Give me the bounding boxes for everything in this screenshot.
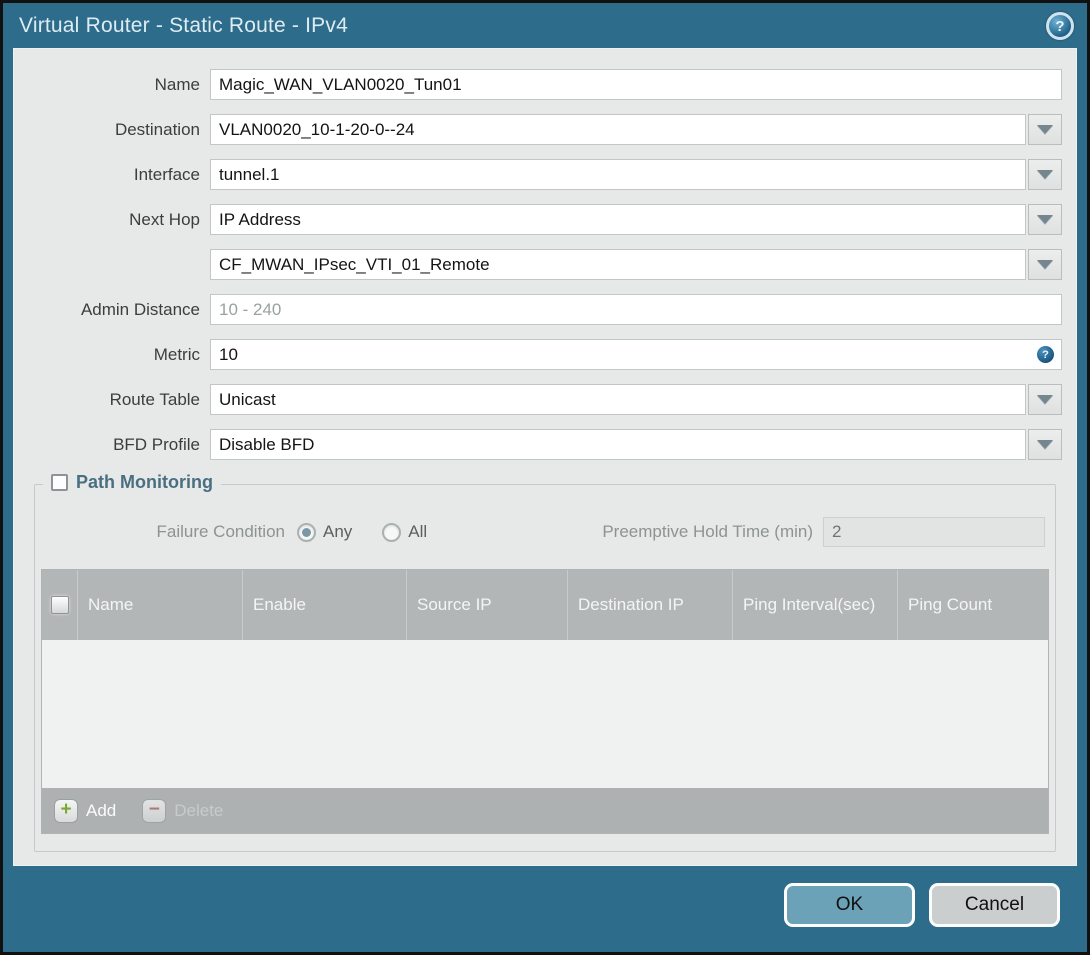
chevron-down-icon bbox=[1037, 125, 1053, 134]
chevron-down-icon bbox=[1037, 260, 1053, 269]
chevron-down-icon bbox=[1037, 395, 1053, 404]
path-monitoring-checkbox[interactable] bbox=[51, 474, 68, 491]
path-monitoring-title: Path Monitoring bbox=[76, 472, 213, 492]
next-hop-dropdown-button[interactable] bbox=[1028, 204, 1062, 235]
path-monitoring-legend: Path Monitoring bbox=[43, 472, 221, 493]
route-table-dropdown-button[interactable] bbox=[1028, 384, 1062, 415]
radio-any-label: Any bbox=[323, 522, 353, 541]
dialog-titlebar: Virtual Router - Static Route - IPv4 ? bbox=[3, 3, 1087, 48]
radio-all-label: All bbox=[408, 522, 428, 541]
cancel-button[interactable]: Cancel bbox=[929, 883, 1060, 927]
table-header-row: Name Enable Source IP Destination IP Pin… bbox=[42, 570, 1048, 640]
metric-info-icon[interactable]: ? bbox=[1037, 346, 1054, 363]
form-row-name: Name bbox=[14, 69, 1062, 100]
failure-condition-any-option: Any bbox=[297, 522, 352, 542]
interface-dropdown-button[interactable] bbox=[1028, 159, 1062, 190]
radio-any[interactable] bbox=[297, 522, 316, 542]
form-row-next-hop: Next Hop bbox=[14, 204, 1062, 235]
route-table-input[interactable] bbox=[210, 384, 1026, 415]
path-monitoring-table: Name Enable Source IP Destination IP Pin… bbox=[41, 569, 1049, 834]
next-hop-address-input[interactable] bbox=[210, 249, 1026, 280]
destination-dropdown-button[interactable] bbox=[1028, 114, 1062, 145]
column-header-ping-interval: Ping Interval(sec) bbox=[733, 570, 898, 640]
help-icon[interactable]: ? bbox=[1046, 12, 1074, 40]
column-header-source-ip: Source IP bbox=[407, 570, 568, 640]
column-header-destination-ip: Destination IP bbox=[568, 570, 733, 640]
column-header-name: Name bbox=[78, 570, 243, 640]
table-body-empty bbox=[42, 640, 1048, 788]
form-row-interface: Interface bbox=[14, 159, 1062, 190]
failure-condition-label: Failure Condition bbox=[156, 522, 285, 541]
add-button-label: Add bbox=[86, 800, 117, 820]
next-hop-label: Next Hop bbox=[129, 209, 200, 229]
preemptive-hold-time-label: Preemptive Hold Time (min) bbox=[602, 522, 813, 541]
form-row-destination: Destination bbox=[14, 114, 1062, 145]
bfd-profile-label: BFD Profile bbox=[113, 434, 200, 454]
next-hop-type-input[interactable] bbox=[210, 204, 1026, 235]
destination-input[interactable] bbox=[210, 114, 1026, 145]
bfd-profile-dropdown-button[interactable] bbox=[1028, 429, 1062, 460]
destination-label: Destination bbox=[114, 119, 200, 139]
metric-label: Metric bbox=[153, 344, 200, 364]
chevron-down-icon bbox=[1037, 215, 1053, 224]
select-all-checkbox[interactable] bbox=[50, 596, 69, 614]
radio-all[interactable] bbox=[382, 522, 402, 542]
static-route-dialog: Virtual Router - Static Route - IPv4 ? N… bbox=[0, 0, 1090, 955]
delete-button[interactable]: − Delete bbox=[142, 798, 224, 823]
chevron-down-icon bbox=[1037, 170, 1053, 179]
path-monitoring-options-row: Failure Condition Any All Preemptive Hol… bbox=[35, 517, 1055, 547]
dialog-footer: OK Cancel bbox=[3, 866, 1087, 952]
add-icon: + bbox=[54, 798, 78, 823]
delete-button-label: Delete bbox=[174, 800, 224, 820]
form-row-route-table: Route Table bbox=[14, 384, 1062, 415]
form-row-metric: Metric ? bbox=[14, 339, 1062, 370]
admin-distance-label: Admin Distance bbox=[80, 299, 200, 319]
form-row-next-hop-address bbox=[14, 249, 1062, 280]
column-header-enable: Enable bbox=[243, 570, 407, 640]
admin-distance-input[interactable] bbox=[210, 294, 1062, 325]
table-header-select bbox=[42, 570, 78, 640]
bfd-profile-input[interactable] bbox=[210, 429, 1026, 460]
interface-input[interactable] bbox=[210, 159, 1026, 190]
failure-condition-all-option: All bbox=[382, 522, 427, 542]
form-row-admin-distance: Admin Distance bbox=[14, 294, 1062, 325]
ok-button[interactable]: OK bbox=[784, 883, 915, 927]
route-table-label: Route Table bbox=[109, 389, 200, 409]
chevron-down-icon bbox=[1037, 440, 1053, 449]
table-toolbar: + Add − Delete bbox=[42, 788, 1048, 833]
add-button[interactable]: + Add bbox=[54, 798, 117, 823]
path-monitoring-section: Path Monitoring Failure Condition Any Al… bbox=[34, 472, 1056, 852]
metric-input[interactable] bbox=[210, 339, 1062, 370]
preemptive-hold-time-input[interactable] bbox=[823, 517, 1045, 547]
column-header-ping-count: Ping Count bbox=[908, 595, 993, 615]
form-row-bfd-profile: BFD Profile bbox=[14, 429, 1062, 460]
name-input[interactable] bbox=[210, 69, 1062, 100]
name-label: Name bbox=[154, 74, 200, 94]
delete-icon: − bbox=[142, 798, 167, 823]
interface-label: Interface bbox=[133, 164, 200, 184]
dialog-title: Virtual Router - Static Route - IPv4 bbox=[19, 13, 348, 37]
dialog-content: Name Destination Interface bbox=[13, 48, 1077, 866]
next-hop-address-dropdown-button[interactable] bbox=[1028, 249, 1062, 280]
